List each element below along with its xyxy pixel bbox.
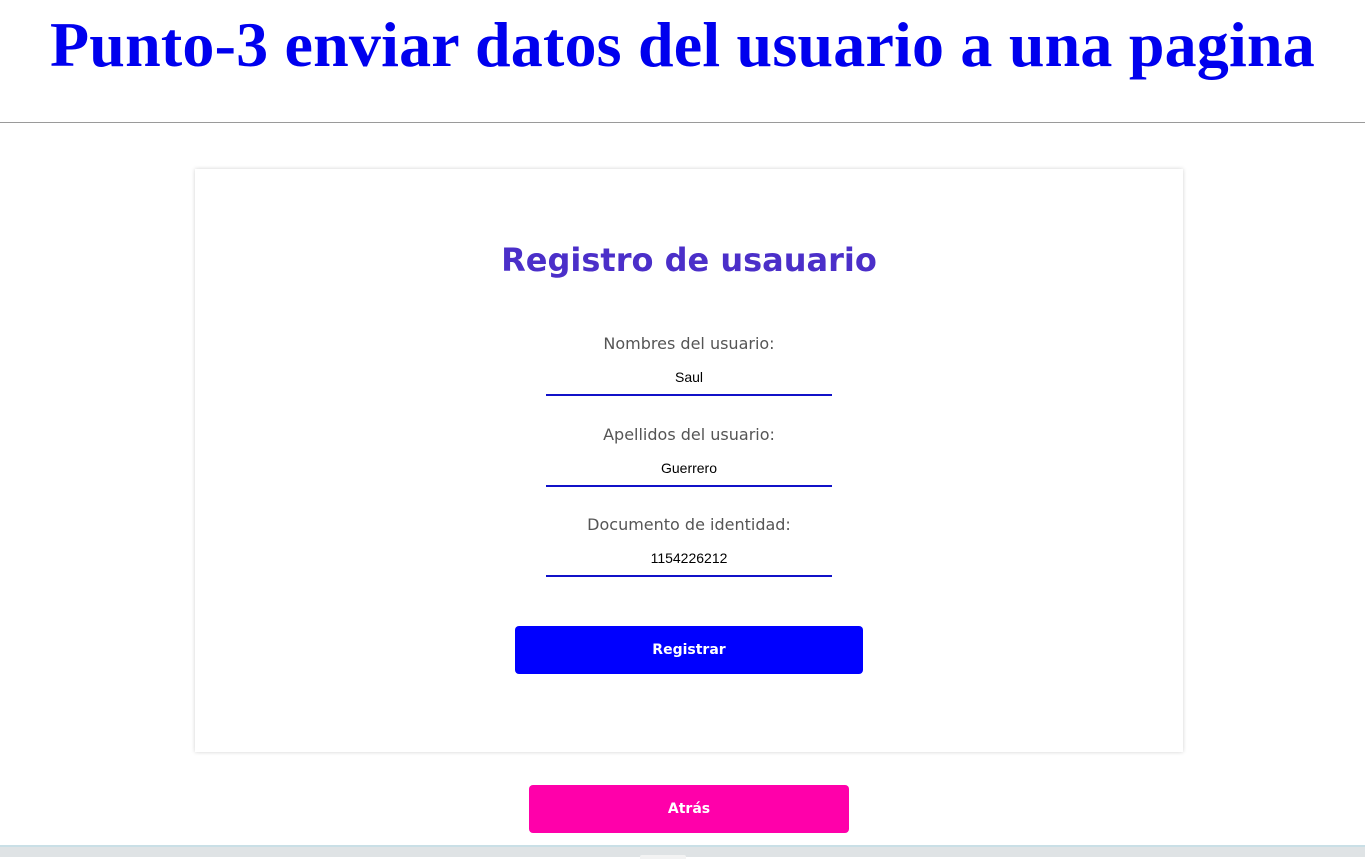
back-button[interactable]: Atrás [529, 785, 849, 833]
document-id-label: Documento de identidad: [587, 515, 791, 534]
first-name-input[interactable] [546, 359, 832, 396]
last-name-field: Apellidos del usuario: [546, 425, 832, 487]
first-name-label: Nombres del usuario: [603, 334, 775, 353]
bottom-scroll-strip [0, 845, 1365, 859]
bottom-strip-handle[interactable] [640, 855, 686, 859]
title-divider [0, 122, 1365, 123]
form-title: Registro de usauario [501, 241, 877, 279]
document-id-field: Documento de identidad: [546, 515, 832, 577]
registration-card: Registro de usauario Nombres del usuario… [195, 169, 1183, 752]
document-id-input[interactable] [546, 540, 832, 577]
last-name-label: Apellidos del usuario: [603, 425, 775, 444]
last-name-input[interactable] [546, 450, 832, 487]
register-button[interactable]: Registrar [515, 626, 863, 674]
page-title: Punto-3 enviar datos del usuario a una p… [50, 9, 1315, 80]
first-name-field: Nombres del usuario: [546, 334, 832, 396]
